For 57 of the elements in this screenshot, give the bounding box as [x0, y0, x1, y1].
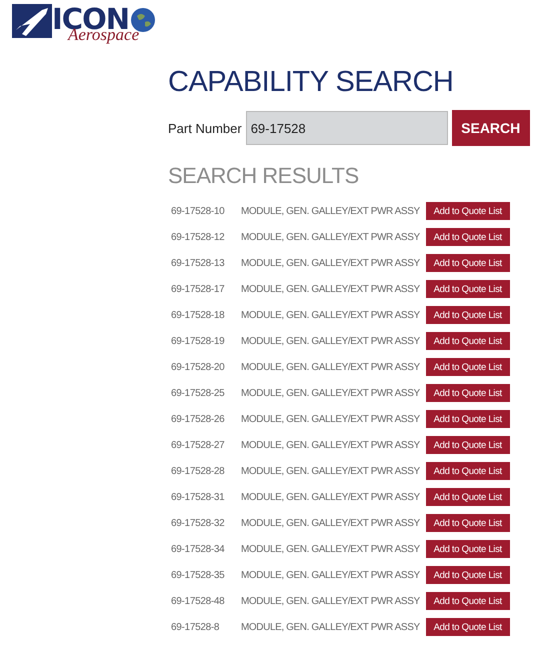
add-to-quote-button[interactable]: Add to Quote List: [426, 540, 510, 558]
results-heading: SEARCH RESULTS: [168, 162, 360, 190]
page-title: CAPABILITY SEARCH: [168, 65, 454, 100]
field-label: Part Number: [168, 120, 242, 136]
part-number: 69-17528-12: [171, 232, 226, 242]
part-description: MODULE, GEN. GALLEY/EXT PWR ASSY: [241, 388, 420, 398]
part-description: MODULE, GEN. GALLEY/EXT PWR ASSY: [241, 414, 420, 424]
part-number: 69-17528-31: [171, 492, 226, 502]
add-to-quote-button[interactable]: Add to Quote List: [426, 488, 510, 506]
part-description: MODULE, GEN. GALLEY/EXT PWR ASSY: [241, 206, 420, 216]
part-description: MODULE, GEN. GALLEY/EXT PWR ASSY: [241, 232, 420, 242]
part-description: MODULE, GEN. GALLEY/EXT PWR ASSY: [241, 622, 420, 632]
part-number: 69-17528-25: [171, 388, 226, 398]
add-to-quote-button[interactable]: Add to Quote List: [426, 280, 510, 298]
part-description: MODULE, GEN. GALLEY/EXT PWR ASSY: [241, 310, 420, 320]
add-to-quote-button[interactable]: Add to Quote List: [426, 410, 510, 428]
part-number: 69-17528-17: [171, 284, 226, 294]
part-number: 69-17528-10: [171, 206, 226, 216]
add-to-quote-button[interactable]: Add to Quote List: [426, 566, 510, 584]
add-to-quote-button[interactable]: Add to Quote List: [426, 514, 510, 532]
part-number: 69-17528-19: [171, 336, 226, 346]
add-to-quote-button[interactable]: Add to Quote List: [426, 358, 510, 376]
part-number: 69-17528-18: [171, 310, 226, 320]
part-description: MODULE, GEN. GALLEY/EXT PWR ASSY: [241, 336, 420, 346]
add-to-quote-button[interactable]: Add to Quote List: [426, 228, 510, 246]
add-to-quote-button[interactable]: Add to Quote List: [426, 332, 510, 350]
part-description: MODULE, GEN. GALLEY/EXT PWR ASSY: [241, 570, 420, 580]
part-description: MODULE, GEN. GALLEY/EXT PWR ASSY: [241, 284, 420, 294]
part-description: MODULE, GEN. GALLEY/EXT PWR ASSY: [241, 362, 420, 372]
part-description: MODULE, GEN. GALLEY/EXT PWR ASSY: [241, 466, 420, 476]
add-to-quote-button[interactable]: Add to Quote List: [426, 384, 510, 402]
part-number: 69-17528-34: [171, 544, 226, 554]
part-description: MODULE, GEN. GALLEY/EXT PWR ASSY: [241, 544, 420, 554]
part-number: 69-17528-8: [171, 622, 220, 632]
part-number: 69-17528-48: [171, 596, 226, 606]
part-number: 69-17528-27: [171, 440, 226, 450]
add-to-quote-button[interactable]: Add to Quote List: [426, 436, 510, 454]
add-to-quote-button[interactable]: Add to Quote List: [426, 202, 510, 220]
add-to-quote-button[interactable]: Add to Quote List: [426, 618, 510, 636]
part-number: 69-17528-35: [171, 570, 226, 580]
part-number: 69-17528-13: [171, 258, 226, 268]
part-number: 69-17528-28: [171, 466, 226, 476]
add-to-quote-button[interactable]: Add to Quote List: [426, 306, 510, 324]
add-to-quote-button[interactable]: Add to Quote List: [426, 592, 510, 610]
part-description: MODULE, GEN. GALLEY/EXT PWR ASSY: [241, 258, 420, 268]
part-number: 69-17528-26: [171, 414, 226, 424]
part-description: MODULE, GEN. GALLEY/EXT PWR ASSY: [241, 492, 420, 502]
airplane-icon: [12, 4, 52, 38]
part-description: MODULE, GEN. GALLEY/EXT PWR ASSY: [241, 596, 420, 606]
part-description: MODULE, GEN. GALLEY/EXT PWR ASSY: [241, 440, 420, 450]
add-to-quote-button[interactable]: Add to Quote List: [426, 462, 510, 480]
part-number-field[interactable]: 69-17528: [246, 111, 448, 145]
add-to-quote-button[interactable]: Add to Quote List: [426, 254, 510, 272]
part-description: MODULE, GEN. GALLEY/EXT PWR ASSY: [241, 518, 420, 528]
search-button[interactable]: SEARCH: [452, 110, 530, 146]
part-number: 69-17528-20: [171, 362, 226, 372]
part-number: 69-17528-32: [171, 518, 226, 528]
